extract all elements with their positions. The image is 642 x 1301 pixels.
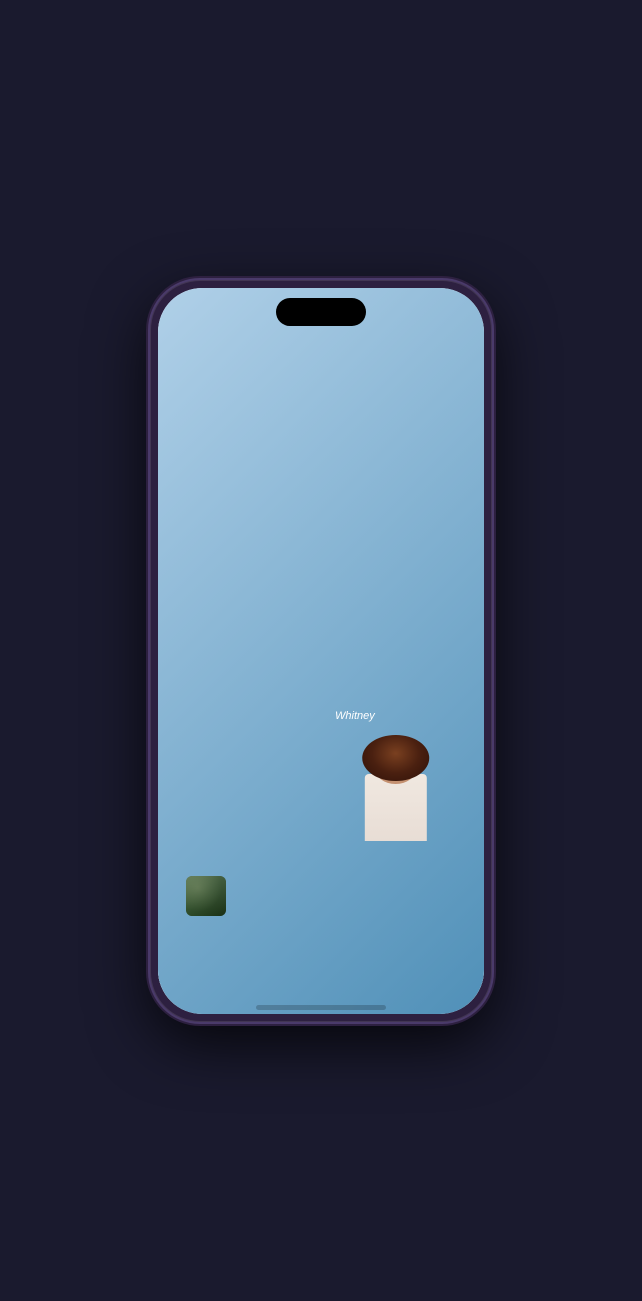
mini-player-album-art (186, 876, 226, 916)
screen: 4:50 5GU 29 (158, 288, 484, 1014)
whitney-text: Whitney (335, 710, 375, 722)
dynamic-island (276, 298, 366, 326)
home-indicator (256, 1005, 386, 1010)
scroll-content[interactable]: Edit Library Playlists › (158, 326, 484, 856)
phone-frame: 4:50 5GU 29 (150, 280, 492, 1022)
